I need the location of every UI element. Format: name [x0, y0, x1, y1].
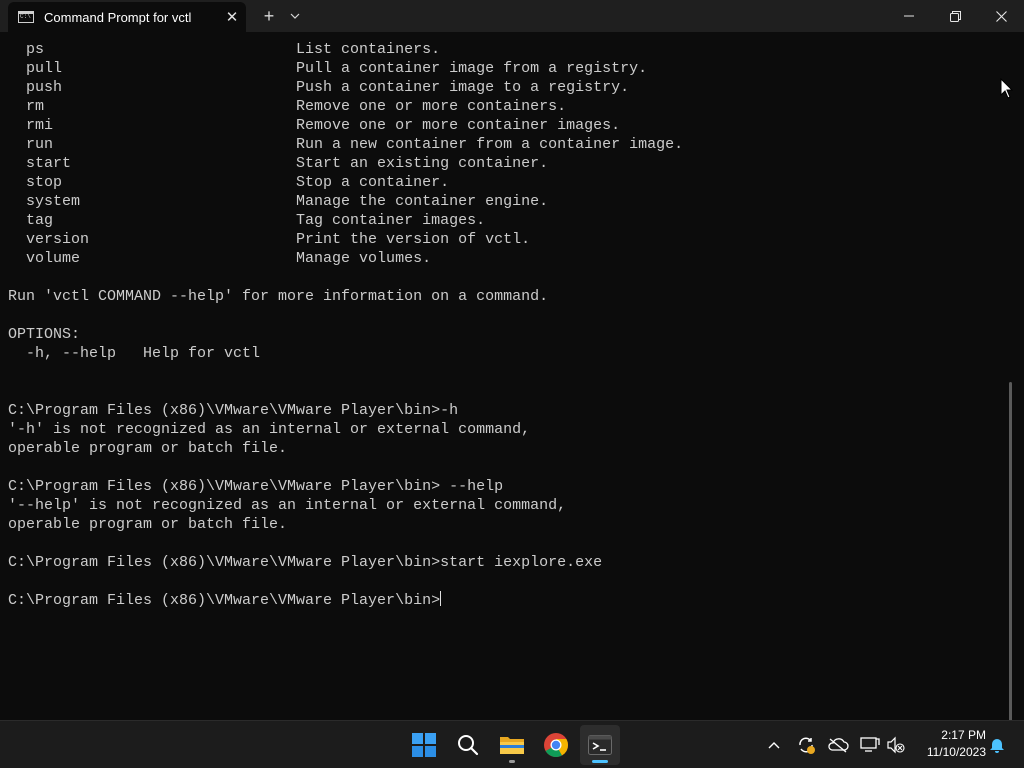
sync-glyph: [799, 737, 815, 754]
app-indicator: [509, 760, 515, 763]
terminal-line: C:\Program Files (x86)\VMware\VMware Pla…: [8, 402, 459, 419]
terminal-line: tag Tag container images.: [8, 212, 486, 229]
chevron-up-icon[interactable]: [762, 733, 786, 757]
active-app-indicator: [592, 760, 608, 763]
magnifier-icon: [458, 735, 479, 756]
speaker-glyph: [887, 736, 905, 754]
scrollbar[interactable]: [1009, 382, 1012, 720]
clock-time: 2:17 PM: [941, 728, 986, 742]
windows-start-icon[interactable]: [404, 725, 444, 765]
clock[interactable]: 2:17 PM 11/10/2023: [906, 727, 986, 761]
restore-icon: [949, 10, 961, 22]
windows-logo-icon: [412, 733, 436, 757]
title-bar: Command Prompt for vctl ✕ +: [0, 0, 1024, 32]
display-icon[interactable]: [858, 733, 882, 757]
terminal-line: start Start an existing container.: [8, 155, 549, 172]
terminal-line: stop Stop a container.: [8, 174, 450, 191]
terminal-line: operable program or batch file.: [8, 440, 288, 457]
terminal-line: pull Pull a container image from a regis…: [8, 60, 648, 77]
chrome-icon[interactable]: [536, 725, 576, 765]
terminal-line: '--help' is not recognized as an interna…: [8, 497, 567, 514]
terminal-line: C:\Program Files (x86)\VMware\VMware Pla…: [8, 554, 603, 571]
terminal-line: ps List containers.: [8, 41, 441, 58]
tab-command-prompt[interactable]: Command Prompt for vctl ✕: [8, 2, 246, 32]
terminal-line: rmi Remove one or more container images.: [8, 117, 621, 134]
close-icon: [995, 10, 1007, 22]
minimize-button[interactable]: [886, 0, 932, 32]
onedrive-icon[interactable]: [826, 733, 850, 757]
terminal-logo-icon: [588, 735, 612, 755]
search-icon[interactable]: [448, 725, 488, 765]
file-explorer-icon[interactable]: [492, 725, 532, 765]
sync-icon[interactable]: [794, 733, 818, 757]
terminal-line: operable program or batch file.: [8, 516, 288, 533]
terminal-line: system Manage the container engine.: [8, 193, 549, 210]
terminal-line: push Push a container image to a registr…: [8, 79, 630, 96]
terminal-icon[interactable]: [580, 725, 620, 765]
terminal-line: run Run a new container from a container…: [8, 136, 684, 153]
chrome-logo-icon: [544, 733, 568, 758]
terminal-line: C:\Program Files (x86)\VMware\VMware Pla…: [8, 478, 504, 495]
chevron-down-icon: [290, 13, 300, 19]
terminal-prompt: C:\Program Files (x86)\VMware\VMware Pla…: [8, 592, 441, 609]
terminal-line: OPTIONS:: [8, 326, 81, 343]
mouse-pointer-icon: [1000, 78, 1014, 99]
terminal-output[interactable]: ps List containers. pull Pull a containe…: [0, 32, 1014, 720]
folder-icon: [500, 737, 524, 754]
maximize-button[interactable]: [932, 0, 978, 32]
close-button[interactable]: [978, 0, 1024, 32]
terminal-line: rm Remove one or more containers.: [8, 98, 567, 115]
tab-close-icon[interactable]: ✕: [218, 8, 246, 26]
command-prompt-icon: [18, 11, 34, 23]
notification-bell-icon[interactable]: [985, 733, 1009, 757]
terminal-line: volume Manage volumes.: [8, 250, 432, 267]
volume-muted-icon[interactable]: [884, 733, 908, 757]
text-cursor: [440, 591, 442, 606]
taskbar: 2:17 PM 11/10/2023: [0, 720, 1024, 768]
clock-date: 11/10/2023: [926, 745, 986, 759]
terminal-line: '-h' is not recognized as an internal or…: [8, 421, 531, 438]
tab-title: Command Prompt for vctl: [44, 9, 192, 25]
tab-dropdown-button[interactable]: [284, 7, 306, 25]
bell-glyph: [990, 739, 1004, 753]
terminal-prompt-line[interactable]: C:\Program Files (x86)\VMware\VMware Pla…: [8, 591, 683, 610]
cloud-glyph: [828, 738, 849, 753]
terminal-line: Run 'vctl COMMAND --help' for more infor…: [8, 288, 549, 305]
new-tab-button[interactable]: +: [254, 6, 284, 27]
chevron-up-glyph: [768, 742, 780, 749]
terminal-line: version Print the version of vctl.: [8, 231, 531, 248]
minimize-icon: [904, 15, 914, 17]
window-controls: [886, 0, 1024, 32]
monitor-glyph: [860, 737, 880, 752]
terminal-line: -h, --help Help for vctl: [8, 345, 261, 362]
terminal-lines: ps List containers. pull Pull a containe…: [8, 40, 683, 610]
